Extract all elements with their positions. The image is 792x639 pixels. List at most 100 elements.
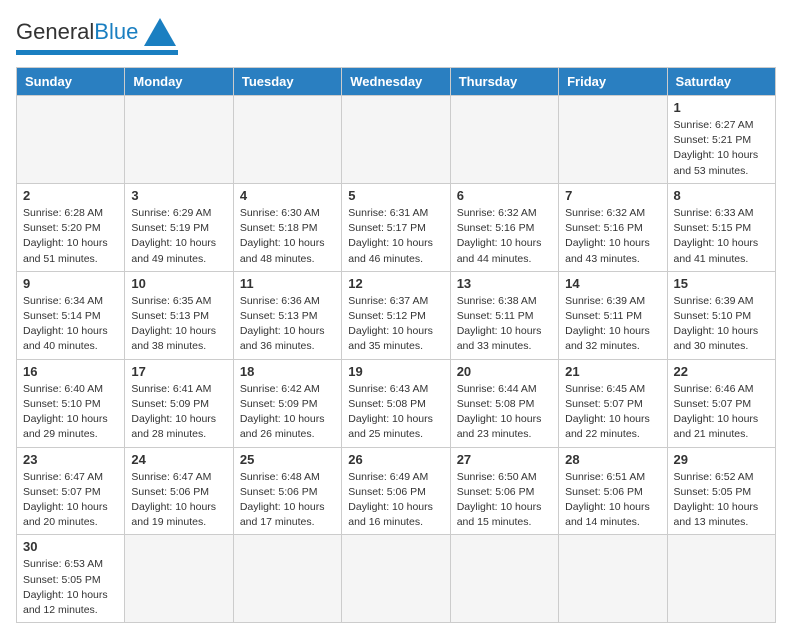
day-info: Sunrise: 6:28 AM Sunset: 5:20 PM Dayligh…	[23, 206, 118, 267]
day-info: Sunrise: 6:27 AM Sunset: 5:21 PM Dayligh…	[674, 118, 769, 179]
day-info: Sunrise: 6:35 AM Sunset: 5:13 PM Dayligh…	[131, 294, 226, 355]
day-info: Sunrise: 6:40 AM Sunset: 5:10 PM Dayligh…	[23, 382, 118, 443]
day-info: Sunrise: 6:41 AM Sunset: 5:09 PM Dayligh…	[131, 382, 226, 443]
day-info: Sunrise: 6:50 AM Sunset: 5:06 PM Dayligh…	[457, 470, 552, 531]
day-number: 25	[240, 452, 335, 467]
calendar-table: SundayMondayTuesdayWednesdayThursdayFrid…	[16, 67, 776, 623]
day-number: 28	[565, 452, 660, 467]
weekday-header-sunday: Sunday	[17, 68, 125, 96]
logo-icon	[142, 16, 178, 48]
calendar-day-cell: 21 Sunrise: 6:45 AM Sunset: 5:07 PM Dayli…	[559, 359, 667, 447]
logo: GeneralBlue	[16, 16, 178, 55]
day-info: Sunrise: 6:51 AM Sunset: 5:06 PM Dayligh…	[565, 470, 660, 531]
calendar-week-row: 9Sunrise: 6:34 AM Sunset: 5:14 PM Daylig…	[17, 271, 776, 359]
day-info: Sunrise: 6:33 AM Sunset: 5:15 PM Dayligh…	[674, 206, 769, 267]
calendar-day-cell	[342, 96, 450, 184]
day-info: Sunrise: 6:47 AM Sunset: 5:07 PM Dayligh…	[23, 470, 118, 531]
calendar-day-cell: 7 Sunrise: 6:32 AM Sunset: 5:16 PM Daylig…	[559, 183, 667, 271]
calendar-day-cell: 29Sunrise: 6:52 AM Sunset: 5:05 PM Dayli…	[667, 447, 775, 535]
day-info: Sunrise: 6:31 AM Sunset: 5:17 PM Dayligh…	[348, 206, 443, 267]
calendar-day-cell: 23Sunrise: 6:47 AM Sunset: 5:07 PM Dayli…	[17, 447, 125, 535]
day-info: Sunrise: 6:44 AM Sunset: 5:08 PM Dayligh…	[457, 382, 552, 443]
calendar-day-cell: 20 Sunrise: 6:44 AM Sunset: 5:08 PM Dayli…	[450, 359, 558, 447]
day-number: 13	[457, 276, 552, 291]
calendar-day-cell: 6 Sunrise: 6:32 AM Sunset: 5:16 PM Daylig…	[450, 183, 558, 271]
calendar-day-cell	[17, 96, 125, 184]
day-info: Sunrise: 6:46 AM Sunset: 5:07 PM Dayligh…	[674, 382, 769, 443]
day-info: Sunrise: 6:29 AM Sunset: 5:19 PM Dayligh…	[131, 206, 226, 267]
day-info: Sunrise: 6:42 AM Sunset: 5:09 PM Dayligh…	[240, 382, 335, 443]
day-number: 30	[23, 539, 118, 554]
calendar-day-cell: 17 Sunrise: 6:41 AM Sunset: 5:09 PM Dayli…	[125, 359, 233, 447]
day-info: Sunrise: 6:32 AM Sunset: 5:16 PM Dayligh…	[457, 206, 552, 267]
day-number: 1	[674, 100, 769, 115]
calendar-day-cell: 27 Sunrise: 6:50 AM Sunset: 5:06 PM Dayli…	[450, 447, 558, 535]
calendar-day-cell: 28 Sunrise: 6:51 AM Sunset: 5:06 PM Dayli…	[559, 447, 667, 535]
day-info: Sunrise: 6:39 AM Sunset: 5:10 PM Dayligh…	[674, 294, 769, 355]
day-number: 29	[674, 452, 769, 467]
weekday-header-tuesday: Tuesday	[233, 68, 341, 96]
calendar-day-cell	[559, 535, 667, 623]
day-info: Sunrise: 6:39 AM Sunset: 5:11 PM Dayligh…	[565, 294, 660, 355]
day-number: 10	[131, 276, 226, 291]
calendar-day-cell	[667, 535, 775, 623]
day-info: Sunrise: 6:53 AM Sunset: 5:05 PM Dayligh…	[23, 557, 118, 618]
day-number: 8	[674, 188, 769, 203]
day-number: 6	[457, 188, 552, 203]
calendar-day-cell	[125, 96, 233, 184]
day-info: Sunrise: 6:30 AM Sunset: 5:18 PM Dayligh…	[240, 206, 335, 267]
calendar-day-cell	[125, 535, 233, 623]
day-number: 22	[674, 364, 769, 379]
calendar-day-cell: 10 Sunrise: 6:35 AM Sunset: 5:13 PM Dayli…	[125, 271, 233, 359]
calendar-week-row: 1 Sunrise: 6:27 AM Sunset: 5:21 PM Daylig…	[17, 96, 776, 184]
day-info: Sunrise: 6:37 AM Sunset: 5:12 PM Dayligh…	[348, 294, 443, 355]
day-number: 4	[240, 188, 335, 203]
day-info: Sunrise: 6:45 AM Sunset: 5:07 PM Dayligh…	[565, 382, 660, 443]
calendar-day-cell: 12 Sunrise: 6:37 AM Sunset: 5:12 PM Dayli…	[342, 271, 450, 359]
day-info: Sunrise: 6:34 AM Sunset: 5:14 PM Dayligh…	[23, 294, 118, 355]
calendar-day-cell: 22 Sunrise: 6:46 AM Sunset: 5:07 PM Dayli…	[667, 359, 775, 447]
calendar-day-cell: 24Sunrise: 6:47 AM Sunset: 5:06 PM Dayli…	[125, 447, 233, 535]
calendar-day-cell: 19 Sunrise: 6:43 AM Sunset: 5:08 PM Dayli…	[342, 359, 450, 447]
day-number: 20	[457, 364, 552, 379]
calendar-week-row: 2 Sunrise: 6:28 AM Sunset: 5:20 PM Daylig…	[17, 183, 776, 271]
calendar-week-row: 23Sunrise: 6:47 AM Sunset: 5:07 PM Dayli…	[17, 447, 776, 535]
calendar-day-cell: 2 Sunrise: 6:28 AM Sunset: 5:20 PM Daylig…	[17, 183, 125, 271]
weekday-header-thursday: Thursday	[450, 68, 558, 96]
day-number: 26	[348, 452, 443, 467]
calendar-day-cell: 11Sunrise: 6:36 AM Sunset: 5:13 PM Dayli…	[233, 271, 341, 359]
calendar-day-cell	[342, 535, 450, 623]
day-number: 24	[131, 452, 226, 467]
day-number: 14	[565, 276, 660, 291]
calendar-day-cell: 4 Sunrise: 6:30 AM Sunset: 5:18 PM Daylig…	[233, 183, 341, 271]
day-number: 27	[457, 452, 552, 467]
day-info: Sunrise: 6:48 AM Sunset: 5:06 PM Dayligh…	[240, 470, 335, 531]
logo-text: GeneralBlue	[16, 21, 138, 43]
day-number: 12	[348, 276, 443, 291]
weekday-header-monday: Monday	[125, 68, 233, 96]
day-number: 7	[565, 188, 660, 203]
day-info: Sunrise: 6:49 AM Sunset: 5:06 PM Dayligh…	[348, 470, 443, 531]
logo-bar	[16, 50, 178, 55]
day-number: 21	[565, 364, 660, 379]
day-info: Sunrise: 6:43 AM Sunset: 5:08 PM Dayligh…	[348, 382, 443, 443]
calendar-day-cell	[450, 96, 558, 184]
calendar-week-row: 16 Sunrise: 6:40 AM Sunset: 5:10 PM Dayli…	[17, 359, 776, 447]
day-info: Sunrise: 6:36 AM Sunset: 5:13 PM Dayligh…	[240, 294, 335, 355]
calendar-day-cell: 26 Sunrise: 6:49 AM Sunset: 5:06 PM Dayli…	[342, 447, 450, 535]
header: GeneralBlue	[16, 16, 776, 55]
weekday-header-friday: Friday	[559, 68, 667, 96]
day-info: Sunrise: 6:32 AM Sunset: 5:16 PM Dayligh…	[565, 206, 660, 267]
day-number: 16	[23, 364, 118, 379]
calendar-day-cell: 25 Sunrise: 6:48 AM Sunset: 5:06 PM Dayli…	[233, 447, 341, 535]
calendar-day-cell: 18 Sunrise: 6:42 AM Sunset: 5:09 PM Dayli…	[233, 359, 341, 447]
day-number: 19	[348, 364, 443, 379]
calendar-day-cell: 13Sunrise: 6:38 AM Sunset: 5:11 PM Dayli…	[450, 271, 558, 359]
day-number: 2	[23, 188, 118, 203]
calendar-day-cell: 1 Sunrise: 6:27 AM Sunset: 5:21 PM Daylig…	[667, 96, 775, 184]
weekday-header-saturday: Saturday	[667, 68, 775, 96]
calendar-day-cell	[450, 535, 558, 623]
day-number: 18	[240, 364, 335, 379]
calendar-day-cell	[233, 535, 341, 623]
day-number: 17	[131, 364, 226, 379]
